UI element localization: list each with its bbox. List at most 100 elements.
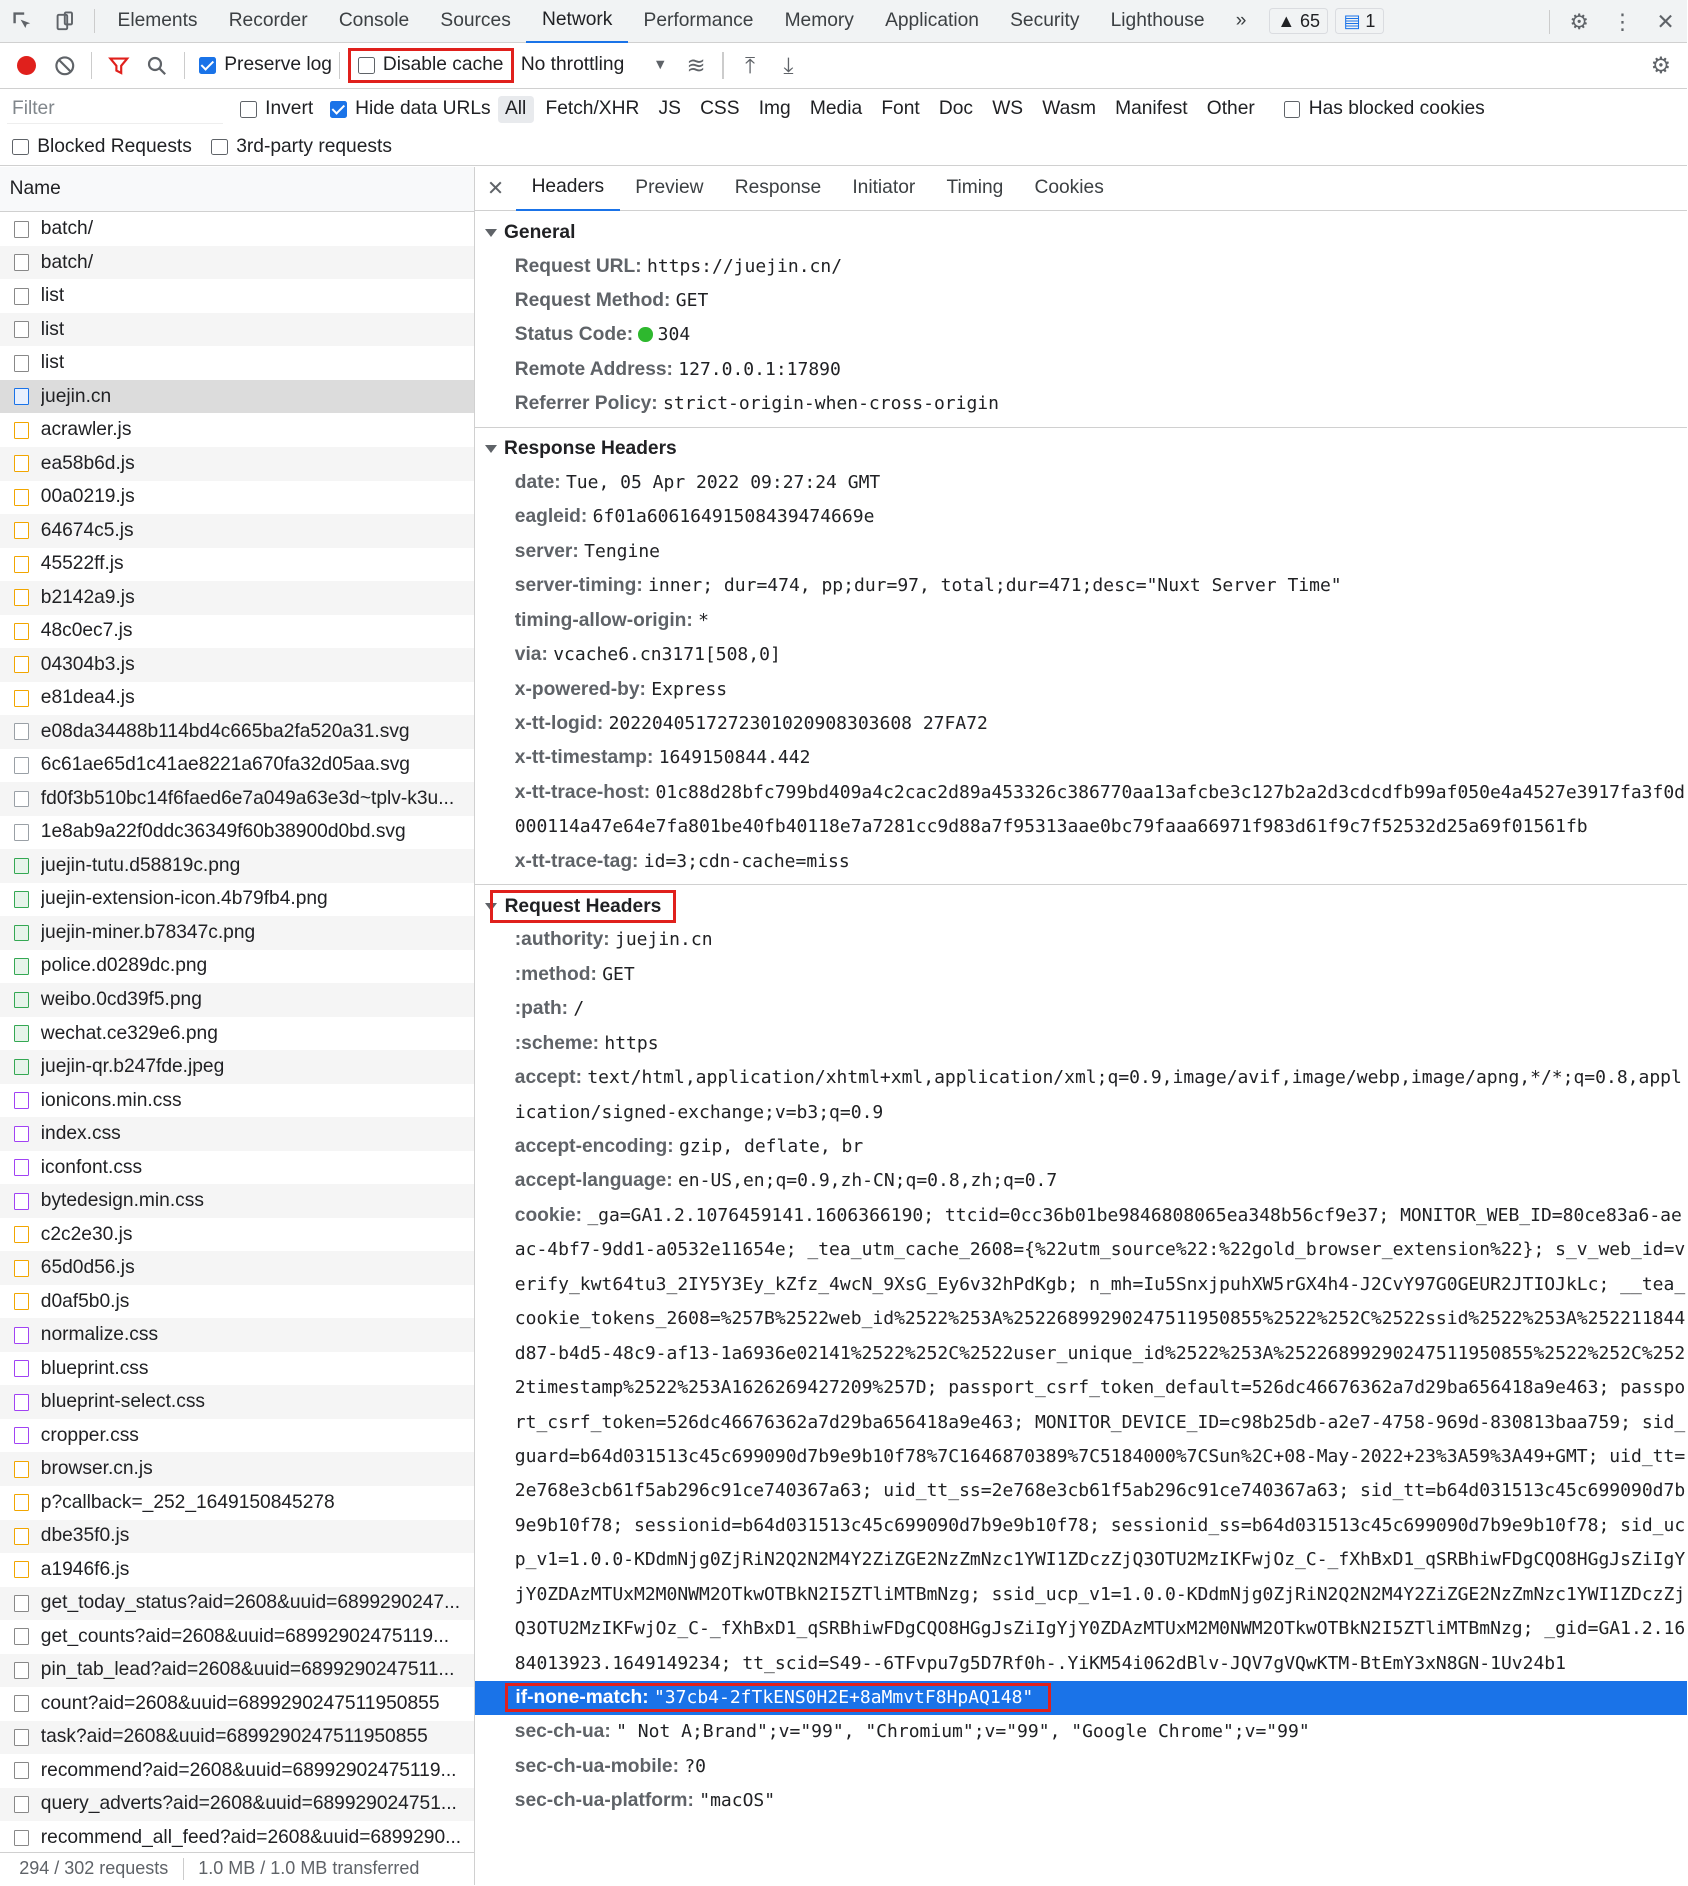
request-row[interactable]: dbe35f0.js (0, 1519, 475, 1554)
filter-type-img[interactable]: Img (752, 96, 798, 123)
tab-recorder[interactable]: Recorder (213, 0, 323, 43)
request-row[interactable]: query_adverts?aid=2608&uuid=689929024751… (0, 1787, 475, 1822)
filter-toggle-button[interactable] (100, 46, 138, 84)
filter-type-media[interactable]: Media (803, 96, 870, 123)
request-row[interactable]: 64674c5.js (0, 514, 475, 548)
header-row[interactable]: date: Tue, 05 Apr 2022 09:27:24 GMT (475, 466, 1687, 500)
hide-data-urls-checkbox[interactable]: Hide data URLs (329, 98, 491, 120)
request-row[interactable]: ionicons.min.css (0, 1084, 474, 1118)
header-row[interactable]: x-powered-by: Express (475, 673, 1687, 707)
header-row[interactable]: Referrer Policy: strict-origin-when-cros… (475, 387, 1687, 421)
checkbox-unchecked[interactable] (1283, 100, 1301, 118)
header-row[interactable]: server: Tengine (475, 535, 1687, 569)
header-row[interactable]: Status Code: 304 (475, 318, 1687, 352)
details-tab-initiator[interactable]: Initiator (837, 167, 931, 211)
details-tab-headers[interactable]: Headers (515, 167, 620, 211)
header-row[interactable]: Request Method: GET (475, 284, 1687, 318)
filter-type-manifest[interactable]: Manifest (1108, 96, 1195, 123)
request-row[interactable]: e81dea4.js (0, 682, 474, 716)
warnings-badge[interactable]: ▲ 65 (1269, 8, 1329, 34)
header-row[interactable]: accept-encoding: gzip, deflate, br (475, 1130, 1687, 1164)
header-row[interactable]: if-none-match: "37cb4-2fTkENS0H2E+8aMmvt… (475, 1681, 1688, 1716)
header-row[interactable]: :method: GET (475, 958, 1687, 992)
header-row[interactable]: x-tt-trace-host: 01c88d28bfc799bd409a4c2… (475, 776, 1687, 845)
filter-input[interactable]: Filter (7, 94, 224, 124)
request-row[interactable]: wechat.ce329e6.png (0, 1017, 474, 1051)
request-row[interactable]: juejin-miner.b78347c.png (0, 916, 475, 950)
request-row[interactable]: ea58b6d.js (0, 447, 475, 481)
checkbox-unchecked[interactable] (211, 138, 228, 156)
request-row[interactable]: blueprint.css (0, 1352, 474, 1386)
request-row[interactable]: count?aid=2608&uuid=6899290247511950855 (0, 1687, 474, 1721)
request-row[interactable]: c2c2e30.js (0, 1218, 474, 1252)
export-har-button[interactable]: ⤓ (769, 46, 807, 84)
filter-type-css[interactable]: CSS (693, 96, 747, 123)
request-row[interactable]: list (0, 312, 475, 347)
tab-performance[interactable]: Performance (628, 0, 769, 43)
filter-type-wasm[interactable]: Wasm (1035, 96, 1103, 123)
close-icon[interactable]: ✕ (1644, 0, 1687, 43)
header-row[interactable]: sec-ch-ua-mobile: ?0 (475, 1750, 1687, 1784)
request-row[interactable]: 48c0ec7.js (0, 615, 474, 649)
request-row[interactable]: d0af5b0.js (0, 1285, 474, 1319)
request-row[interactable]: recommend?aid=2608&uuid=68992902475119..… (0, 1754, 474, 1788)
filter-type-fetch-xhr[interactable]: Fetch/XHR (538, 96, 646, 123)
header-row[interactable]: :scheme: https (475, 1027, 1687, 1061)
request-row[interactable]: index.css (0, 1117, 475, 1151)
request-row[interactable]: a1946f6.js (0, 1553, 474, 1587)
request-row[interactable]: fd0f3b510bc14f6faed6e7a049a63e3d~tplv-k3… (0, 782, 475, 816)
details-tab-cookies[interactable]: Cookies (1019, 167, 1120, 211)
import-har-button[interactable]: ⤒ (731, 46, 769, 84)
request-row[interactable]: 45522ff.js (0, 548, 474, 582)
blocked-requests-checkbox[interactable]: Blocked Requests (12, 136, 192, 158)
throttling-select[interactable]: No throttling ▼ (521, 54, 668, 76)
header-row[interactable]: via: vcache6.cn3171[508,0] (475, 638, 1687, 672)
request-row[interactable]: browser.cn.js (0, 1452, 475, 1486)
request-row[interactable]: 6c61ae65d1c41ae8221a670fa32d05aa.svg (0, 749, 474, 783)
tab-security[interactable]: Security (995, 0, 1096, 43)
request-row[interactable]: normalize.css (0, 1318, 475, 1352)
request-headers-section-header[interactable]: Request Headers (475, 890, 1687, 924)
checkbox-unchecked[interactable] (239, 100, 257, 118)
network-conditions-button[interactable]: ≋ (677, 46, 715, 84)
request-row[interactable]: 04304b3.js (0, 648, 475, 682)
header-row[interactable]: Request URL: https://juejin.cn/ (475, 250, 1687, 284)
more-options-icon[interactable]: ⋮ (1601, 0, 1644, 43)
tab-application[interactable]: Application (869, 0, 994, 43)
request-row[interactable]: acrawler.js (0, 413, 474, 447)
header-row[interactable]: :path: / (475, 992, 1687, 1026)
request-row[interactable]: batch/ (0, 212, 474, 246)
request-row[interactable]: 00a0219.js (0, 481, 474, 515)
name-column-header[interactable]: Name (0, 166, 475, 213)
tab-memory[interactable]: Memory (769, 0, 869, 43)
tab-lighthouse[interactable]: Lighthouse (1095, 0, 1220, 43)
details-tab-preview[interactable]: Preview (620, 167, 719, 211)
filter-type-all[interactable]: All (497, 95, 534, 123)
details-tab-response[interactable]: Response (719, 167, 837, 211)
tab-console[interactable]: Console (323, 0, 425, 43)
request-row[interactable]: 65d0d56.js (0, 1251, 475, 1285)
close-details-icon[interactable]: ✕ (475, 176, 516, 201)
device-toggle-icon[interactable] (43, 0, 86, 43)
request-row[interactable]: juejin-extension-icon.4b79fb4.png (0, 883, 474, 917)
request-row[interactable]: recommend_all_feed?aid=2608&uuid=6899290… (0, 1821, 474, 1855)
request-row[interactable]: police.d0289dc.png (0, 950, 474, 984)
header-row[interactable]: x-tt-logid: 2022040517272301020908303608… (475, 707, 1687, 741)
header-row[interactable]: cookie: _ga=GA1.2.1076459141.1606366190;… (475, 1199, 1687, 1681)
request-row[interactable]: task?aid=2608&uuid=6899290247511950855 (0, 1720, 475, 1755)
inspect-element-icon[interactable] (0, 0, 43, 43)
request-row[interactable]: e08da34488b114bd4c665ba2fa520a31.svg (0, 715, 475, 749)
checkbox-unchecked[interactable] (12, 138, 29, 156)
request-row[interactable]: b2142a9.js (0, 581, 475, 615)
clear-button[interactable] (46, 46, 84, 84)
checkbox-checked[interactable] (329, 100, 347, 118)
filter-type-other[interactable]: Other (1200, 96, 1262, 123)
header-row[interactable]: Remote Address: 127.0.0.1:17890 (475, 353, 1687, 387)
header-row[interactable]: accept-language: en-US,en;q=0.9,zh-CN;q=… (475, 1164, 1687, 1198)
request-row[interactable]: weibo.0cd39f5.png (0, 983, 475, 1017)
request-row[interactable]: list (0, 346, 474, 380)
request-row[interactable]: juejin-tutu.d58819c.png (0, 849, 475, 883)
request-row[interactable]: juejin-qr.b247fde.jpeg (0, 1050, 475, 1084)
request-row[interactable]: list (0, 279, 474, 313)
network-settings-button[interactable]: ⚙ (1642, 47, 1680, 85)
